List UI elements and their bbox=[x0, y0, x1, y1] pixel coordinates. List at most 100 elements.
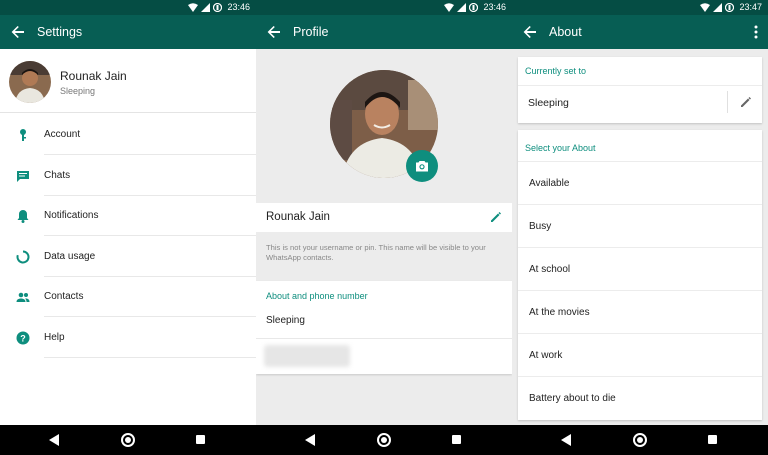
nav-home-icon[interactable] bbox=[121, 433, 135, 447]
back-arrow-icon[interactable] bbox=[266, 24, 282, 40]
about-option[interactable]: At the movies bbox=[518, 290, 762, 333]
app-bar: About bbox=[512, 15, 768, 49]
about-option-label: At work bbox=[529, 350, 563, 361]
page-title: Profile bbox=[293, 25, 329, 39]
nav-back-icon[interactable] bbox=[561, 434, 572, 446]
divider bbox=[518, 85, 762, 86]
about-option-label: At school bbox=[529, 264, 571, 275]
about-phone-card: About and phone number Sleeping bbox=[256, 281, 512, 374]
clock: 23:46 bbox=[483, 2, 506, 12]
about-option-label: At the movies bbox=[529, 307, 590, 318]
divider bbox=[44, 235, 256, 236]
profile-name: Rounak Jain bbox=[60, 69, 127, 83]
app-bar: Profile bbox=[256, 15, 512, 49]
menu-item-notifications[interactable]: Notifications bbox=[0, 196, 256, 236]
current-about-value: Sleeping bbox=[528, 97, 569, 109]
svg-text:?: ? bbox=[20, 334, 26, 344]
about-screen: 23:47 About Currently set to Sleeping Se… bbox=[512, 0, 768, 425]
nav-back-icon[interactable] bbox=[49, 434, 60, 446]
menu-item-help[interactable]: ? Help bbox=[0, 318, 256, 358]
avatar[interactable] bbox=[9, 61, 51, 103]
nav-recents-icon[interactable] bbox=[196, 435, 205, 444]
battery-icon bbox=[725, 3, 735, 12]
edit-pencil-icon[interactable] bbox=[740, 96, 752, 108]
about-option-label: Battery about to die bbox=[529, 393, 616, 404]
profile-name: Rounak Jain bbox=[266, 211, 330, 223]
wifi-icon bbox=[444, 3, 455, 12]
nav-group bbox=[256, 425, 512, 455]
about-option[interactable]: At school bbox=[518, 247, 762, 290]
profile-photo-area bbox=[256, 49, 512, 201]
menu-item-label: Help bbox=[44, 332, 65, 343]
edit-pencil-icon[interactable] bbox=[490, 211, 502, 223]
menu-item-label: Notifications bbox=[44, 210, 99, 221]
phone-number-redacted bbox=[264, 345, 350, 367]
divider bbox=[44, 316, 256, 317]
menu-item-label: Account bbox=[44, 129, 81, 140]
section-header: Select your About bbox=[525, 143, 596, 153]
page-title: Settings bbox=[37, 25, 83, 39]
menu-item-account[interactable]: Account bbox=[0, 115, 256, 155]
wifi-icon bbox=[188, 3, 199, 12]
divider bbox=[727, 91, 728, 113]
about-option[interactable]: Battery about to die bbox=[518, 376, 762, 419]
current-about-card: Currently set to Sleeping bbox=[518, 57, 762, 123]
nav-recents-icon[interactable] bbox=[452, 435, 461, 444]
clock: 23:47 bbox=[739, 2, 762, 12]
about-option[interactable]: Available bbox=[518, 161, 762, 204]
nav-home-icon[interactable] bbox=[633, 433, 647, 447]
battery-icon bbox=[469, 3, 479, 12]
menu-item-contacts[interactable]: Contacts bbox=[0, 277, 256, 317]
status-bar: 23:46 bbox=[0, 0, 256, 15]
name-field[interactable]: Rounak Jain bbox=[256, 203, 512, 232]
divider bbox=[44, 357, 256, 358]
profile-row[interactable]: Rounak Jain Sleeping bbox=[0, 57, 256, 113]
system-nav-bar bbox=[0, 425, 768, 455]
about-option-label: Available bbox=[529, 178, 570, 189]
back-arrow-icon[interactable] bbox=[522, 24, 538, 40]
chat-icon bbox=[17, 171, 29, 182]
wifi-icon bbox=[700, 3, 711, 12]
divider bbox=[256, 338, 512, 339]
change-photo-button[interactable] bbox=[406, 150, 438, 182]
menu-item-chats[interactable]: Chats bbox=[0, 156, 256, 196]
menu-item-label: Contacts bbox=[44, 291, 84, 302]
more-options-icon[interactable] bbox=[754, 25, 758, 39]
nav-back-icon[interactable] bbox=[305, 434, 316, 446]
help-icon: ? bbox=[16, 331, 30, 345]
divider bbox=[44, 154, 256, 155]
signal-icon bbox=[713, 3, 723, 12]
back-arrow-icon[interactable] bbox=[10, 24, 26, 40]
profile-status: Sleeping bbox=[60, 86, 96, 96]
data-usage-icon bbox=[16, 250, 30, 264]
menu-item-label: Chats bbox=[44, 170, 71, 181]
nav-group bbox=[512, 425, 768, 455]
nav-recents-icon[interactable] bbox=[708, 435, 717, 444]
menu-item-label: Data usage bbox=[44, 251, 96, 262]
bell-icon bbox=[17, 210, 29, 223]
section-header: About and phone number bbox=[266, 291, 368, 301]
key-icon bbox=[20, 129, 26, 141]
clock: 23:46 bbox=[227, 2, 250, 12]
status-bar: 23:47 bbox=[512, 0, 768, 15]
contacts-icon bbox=[16, 292, 30, 302]
nav-home-icon[interactable] bbox=[377, 433, 391, 447]
battery-icon bbox=[213, 3, 223, 12]
nav-group bbox=[0, 425, 256, 455]
camera-icon bbox=[416, 161, 428, 172]
signal-icon bbox=[457, 3, 467, 12]
about-options-card: Select your About Available Busy At scho… bbox=[518, 130, 762, 420]
profile-screen: 23:46 Profile Rounak Jain This is not yo… bbox=[256, 0, 512, 425]
app-bar: Settings bbox=[0, 15, 256, 49]
about-value[interactable]: Sleeping bbox=[266, 315, 305, 326]
about-option[interactable]: At work bbox=[518, 333, 762, 376]
name-hint: This is not your username or pin. This n… bbox=[266, 243, 486, 262]
status-bar: 23:46 bbox=[256, 0, 512, 15]
menu-item-data-usage[interactable]: Data usage bbox=[0, 237, 256, 277]
page-title: About bbox=[549, 25, 582, 39]
settings-screen: 23:46 Settings Rounak Jain Sleeping Acco… bbox=[0, 0, 256, 425]
about-option-label: Busy bbox=[529, 221, 552, 232]
section-header: Currently set to bbox=[525, 66, 587, 76]
signal-icon bbox=[201, 3, 211, 12]
about-option[interactable]: Busy bbox=[518, 204, 762, 247]
